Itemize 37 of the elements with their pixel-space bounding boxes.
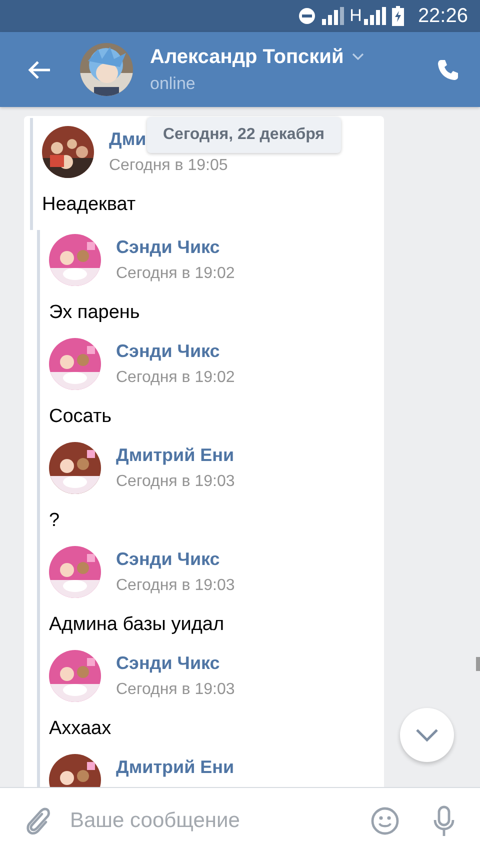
signal-icon xyxy=(322,7,344,25)
sender-name[interactable]: Дмитрий Ени xyxy=(116,757,234,778)
chevron-down-icon[interactable] xyxy=(352,53,364,61)
message-time: Сегодня в 19:05 xyxy=(109,157,228,175)
message-text: Сосать xyxy=(49,405,113,429)
microphone-icon[interactable] xyxy=(432,805,456,837)
scroll-down-button[interactable] xyxy=(400,708,454,762)
message-text: Неадекват xyxy=(42,193,137,217)
date-badge: Сегодня, 22 декабря xyxy=(147,117,340,153)
message-time: Сегодня в 19:02 xyxy=(116,265,235,283)
back-arrow-icon[interactable] xyxy=(27,60,51,80)
message-text: Аххаах xyxy=(49,717,112,741)
sender-name[interactable]: Дмитрий Ени xyxy=(116,445,234,466)
contact-status: online xyxy=(150,74,196,94)
message-time: Сегодня в 19:02 xyxy=(116,369,235,387)
message-time: Сегодня в 19:03 xyxy=(116,681,235,699)
do-not-disturb-icon xyxy=(298,7,316,25)
scrollbar xyxy=(476,657,480,671)
sender-name[interactable]: Сэнди Чикс xyxy=(116,653,220,674)
network-type: H xyxy=(350,6,362,26)
clock: 22:26 xyxy=(418,4,468,28)
message-text: ? xyxy=(49,509,61,533)
message-time: Сегодня в 19:03 xyxy=(116,577,235,595)
paperclip-icon[interactable] xyxy=(24,806,52,836)
sender-name[interactable]: Сэнди Чикс xyxy=(116,341,220,362)
chevron-down-icon xyxy=(415,728,439,742)
signal-icon xyxy=(364,7,386,25)
sender-name[interactable]: Дми xyxy=(109,129,146,150)
sender-name[interactable]: Сэнди Чикс xyxy=(116,549,220,570)
message-text: Эх парень xyxy=(49,301,141,325)
contact-name[interactable]: Александр Топский xyxy=(150,46,344,68)
smiley-icon[interactable] xyxy=(370,806,400,836)
sender-name[interactable]: Сэнди Чикс xyxy=(116,237,220,258)
message-text: Админа базы уидал xyxy=(49,613,226,637)
message-time: Сегодня в 19:03 xyxy=(116,473,235,491)
battery-icon xyxy=(392,6,404,26)
phone-icon[interactable] xyxy=(436,58,460,82)
